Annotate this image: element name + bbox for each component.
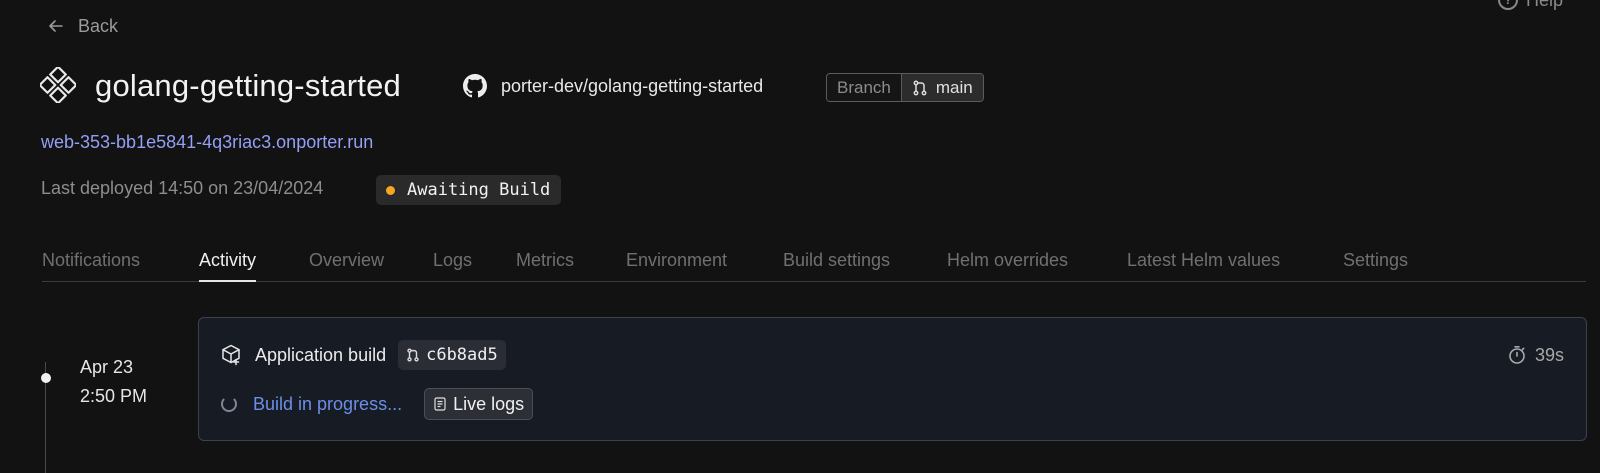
live-logs-button[interactable]: Live logs: [424, 388, 534, 420]
timeline-dot: [41, 373, 51, 383]
activity-timestamp: Apr 23 2:50 PM: [80, 353, 147, 411]
status-badge: Awaiting Build: [376, 175, 562, 205]
build-progress-link[interactable]: Build in progress...: [253, 394, 402, 415]
activity-time: 2:50 PM: [80, 386, 148, 406]
activity-date: Apr 23: [80, 357, 134, 377]
status-dot-icon: [386, 185, 395, 195]
tab-notifications[interactable]: Notifications: [42, 247, 140, 282]
help-button[interactable]: ? Help: [1498, 0, 1563, 12]
git-commit-icon: [407, 348, 419, 362]
repo-link[interactable]: porter-dev/golang-getting-started: [463, 72, 763, 100]
duration-value: 39s: [1534, 344, 1564, 365]
activity-header: Application build c6b8ad5: [219, 340, 506, 370]
status-label: Awaiting Build: [407, 180, 551, 200]
back-label: Back: [78, 15, 119, 36]
tab-overview[interactable]: Overview: [309, 247, 384, 282]
commit-badge[interactable]: c6b8ad5: [398, 340, 506, 370]
github-icon: [463, 74, 487, 98]
git-branch-icon: [913, 80, 927, 95]
document-icon: [434, 397, 446, 411]
stopwatch-icon: [1509, 346, 1525, 364]
activity-status-row: Build in progress... Live logs: [221, 387, 534, 421]
tab-helm-overrides[interactable]: Helm overrides: [947, 247, 1068, 282]
branch-label: Branch: [827, 74, 902, 101]
commit-hash: c6b8ad5: [426, 345, 498, 365]
back-button[interactable]: Back: [46, 14, 118, 38]
tab-bar: Notifications Activity Overview Logs Met…: [42, 247, 1586, 282]
app-url-link[interactable]: web-353-bb1e5841-4q3riac3.onporter.run: [41, 130, 373, 154]
branch-value: main: [901, 74, 983, 101]
package-icon: [222, 344, 240, 366]
tab-metrics[interactable]: Metrics: [516, 247, 574, 282]
tab-logs[interactable]: Logs: [433, 247, 472, 282]
help-icon: ?: [1498, 0, 1518, 10]
tab-settings[interactable]: Settings: [1343, 247, 1408, 282]
live-logs-label: Live logs: [453, 393, 525, 414]
tab-latest-helm-values[interactable]: Latest Helm values: [1127, 247, 1280, 282]
arrow-left-icon: [49, 20, 63, 32]
app-logo-icon: [40, 67, 76, 103]
tab-build-settings[interactable]: Build settings: [783, 247, 890, 282]
build-duration: 39s: [1507, 342, 1564, 368]
help-label: Help: [1526, 0, 1563, 11]
tab-activity[interactable]: Activity: [199, 247, 257, 282]
last-deployed-text: Last deployed 14:50 on 23/04/2024: [41, 178, 324, 198]
branch-name: main: [935, 77, 973, 97]
repo-name: porter-dev/golang-getting-started: [501, 75, 764, 96]
activity-title: Application build: [255, 344, 387, 365]
page-title: golang-getting-started: [95, 68, 401, 103]
branch-selector[interactable]: Branch main: [826, 73, 984, 102]
loading-spinner-icon: [221, 396, 237, 412]
tab-environment[interactable]: Environment: [626, 247, 727, 282]
activity-card: Application build c6b8ad5 39s Build in p…: [198, 317, 1587, 441]
